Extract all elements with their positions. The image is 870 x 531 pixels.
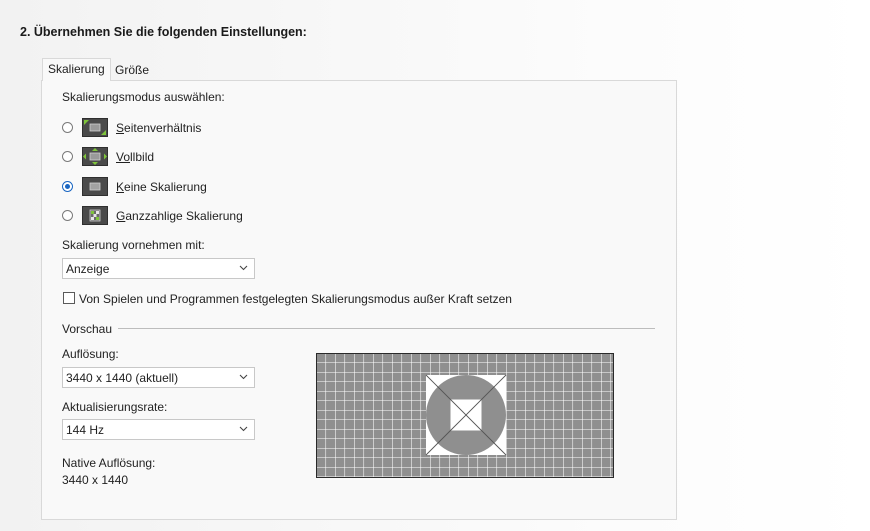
scaling-mode-heading: Skalierungsmodus auswählen: [62, 90, 225, 104]
radio-no-scaling[interactable] [62, 181, 73, 192]
perform-scaling-label: Skalierung vornehmen mit: [62, 238, 205, 252]
native-resolution-label: Native Auflösung: [62, 456, 156, 470]
mode-label-no-scaling: Keine Skalierung [116, 180, 207, 194]
aspect-ratio-icon [82, 118, 108, 137]
chevron-down-icon [239, 426, 248, 432]
refresh-rate-label: Aktualisierungsrate: [62, 400, 168, 414]
tab-skalierung[interactable]: Skalierung [42, 58, 111, 81]
radio-row-fullscreen[interactable]: Vollbild [62, 147, 322, 167]
mode-label-aspect-ratio: Seitenverhältnis [116, 121, 202, 135]
fullscreen-icon [82, 147, 108, 166]
chevron-down-icon [239, 265, 248, 271]
resolution-select[interactable]: 3440 x 1440 (aktuell) [62, 367, 255, 388]
preview-divider [118, 328, 655, 329]
preview-heading: Vorschau [62, 322, 113, 336]
radio-integer-scaling[interactable] [62, 210, 73, 221]
tab-groesse[interactable]: Größe [110, 61, 154, 80]
radio-row-aspect-ratio[interactable]: Seitenverhältnis [62, 118, 322, 138]
nvidia-settings-page: 2. Übernehmen Sie die folgenden Einstell… [0, 0, 870, 531]
chevron-down-icon [239, 374, 248, 380]
perform-scaling-value: Anzeige [66, 262, 110, 276]
radio-aspect-ratio[interactable] [62, 122, 73, 133]
resolution-label: Auflösung: [62, 347, 119, 361]
refresh-rate-value: 144 Hz [66, 423, 105, 437]
mode-label-integer-scaling: Ganzzahlige Skalierung [116, 209, 243, 223]
radio-row-integer-scaling[interactable]: Ganzzahlige Skalierung [62, 206, 322, 226]
native-resolution-value: 3440 x 1440 [62, 473, 129, 487]
override-checkbox-label[interactable]: Von Spielen und Programmen festgelegten … [79, 292, 512, 306]
scaling-preview-pattern [316, 353, 614, 478]
refresh-rate-select[interactable]: 144 Hz [62, 419, 255, 440]
integer-scaling-icon [82, 206, 108, 225]
step-title: 2. Übernehmen Sie die folgenden Einstell… [20, 25, 307, 39]
no-scaling-icon [82, 177, 108, 196]
radio-row-no-scaling[interactable]: Keine Skalierung [62, 177, 322, 197]
override-checkbox[interactable] [63, 292, 75, 304]
perform-scaling-select[interactable]: Anzeige [62, 258, 255, 279]
radio-fullscreen[interactable] [62, 151, 73, 162]
resolution-value: 3440 x 1440 (aktuell) [66, 371, 179, 385]
mode-label-fullscreen: Vollbild [116, 150, 155, 164]
